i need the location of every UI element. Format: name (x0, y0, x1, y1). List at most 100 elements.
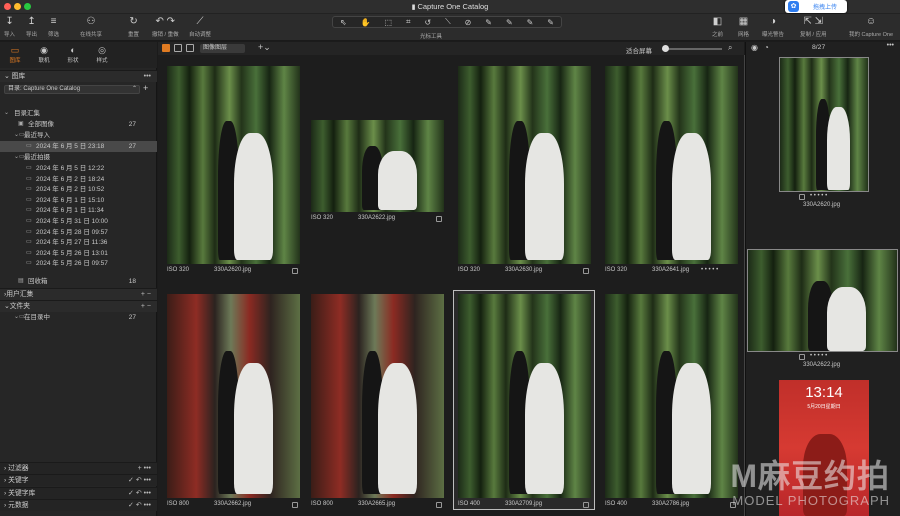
catalog-collections-header[interactable]: ⌄ 目录汇集 (0, 108, 157, 119)
library-header[interactable]: ⌄ 图库 ••• (0, 70, 157, 82)
cursor-tool-2-icon[interactable]: ⬚ (385, 18, 393, 27)
zoom-slider[interactable] (662, 45, 722, 52)
thumbnail-cell[interactable]: ISO 400 330A2786.jpg (600, 290, 742, 510)
capture-date-item[interactable]: ▭ 2024 年 6 月 1 日 15:10 (0, 195, 157, 206)
filmstrip-view-icon[interactable] (186, 44, 194, 52)
capture-date-item[interactable]: ▭ 2024 年 6 月 2 日 18:24 (0, 174, 157, 185)
select-checkbox[interactable] (292, 268, 298, 274)
thumbnail-cell[interactable]: ISO 320 330A2630.jpg (453, 61, 595, 274)
filmstrip-more-icon[interactable]: ••• (887, 42, 894, 49)
undo-button[interactable]: ↶ ↷ 撤销 / 重做 (152, 15, 179, 38)
thumbnail-cell[interactable]: ISO 800 330A2665.jpg (306, 290, 448, 510)
tool-section-0[interactable]: › 过滤器 + ••• (0, 462, 157, 474)
cursor-tool-5-icon[interactable]: ⟍ (445, 17, 451, 27)
section-options-icon[interactable]: ✓ ↶ ••• (128, 500, 151, 512)
photo-thumbnail[interactable] (311, 120, 444, 212)
share-button[interactable]: ⚇ 在线共享 (80, 15, 102, 38)
select-checkbox[interactable] (436, 216, 442, 222)
select-checkbox[interactable] (436, 502, 442, 508)
exposure-button[interactable]: ◑ 曝光警告 (762, 15, 784, 38)
folders-header[interactable]: ⌄文件夹 + − (0, 300, 157, 312)
thumbnail-cell[interactable]: ISO 800 330A2662.jpg (160, 290, 300, 510)
before-button[interactable]: ◧ 之前 (712, 15, 723, 38)
capture-date-item[interactable]: ▭ 2024 年 5 月 31 日 10:00 (0, 216, 157, 227)
tool-tab-3-icon: ◎ (98, 45, 106, 55)
capture-date-item[interactable]: ▭ 2024 年 6 月 5 日 12:22 (0, 163, 157, 174)
in-catalog-folder[interactable]: ⌄▭ 在目录中 27 (0, 312, 157, 323)
cursor-tool-7-icon[interactable]: ✎ (485, 18, 492, 27)
section-options-icon[interactable]: + ••• (138, 463, 151, 475)
mycapture-button[interactable]: ☺ 我的 Capture One (849, 15, 893, 38)
user-collections-header[interactable]: ›用户汇集 + − (0, 288, 157, 300)
section-options-icon[interactable]: ✓ ↶ ••• (128, 475, 151, 487)
cursor-tool-8-icon[interactable]: ✎ (506, 18, 513, 27)
cursor-tool-0-icon[interactable]: ⇖ (340, 18, 347, 27)
photo-thumbnail[interactable] (311, 294, 444, 498)
grid-button[interactable]: ▦ 网格 (738, 15, 749, 38)
view-mode-select[interactable]: 图像图层 (200, 44, 245, 53)
color-tag-icon[interactable]: ◔ (764, 43, 769, 52)
export-button[interactable]: ↥ 导出 (26, 15, 37, 38)
capture-date-item[interactable]: ▭ 2024 年 6 月 1 日 11:34 (0, 205, 157, 216)
tool-tab-3[interactable]: ◎ 样式 (89, 44, 115, 64)
copy-button[interactable]: ⇱ ⇲ 复制 / 应用 (800, 15, 827, 38)
capture-date-item[interactable]: ▭ 2024 年 5 月 26 日 13:01 (0, 248, 157, 259)
cursor-tool-10-icon[interactable]: ✎ (547, 18, 554, 27)
add-layer-icon[interactable]: +⌄ (258, 42, 271, 53)
capture-date-item[interactable]: ▭ 2024 年 5 月 26 日 09:57 (0, 258, 157, 269)
cursor-tool-3-icon[interactable]: ⌗ (406, 17, 411, 27)
thumbnail-cell[interactable]: ISO 400 330A2709.jpg (453, 290, 595, 510)
zoom-slider-knob[interactable] (662, 45, 669, 52)
thumbnail-cell[interactable]: ISO 320 330A2622.jpg (306, 61, 448, 271)
photo-thumbnail[interactable] (605, 294, 738, 498)
tool-tab-0[interactable]: ▭ 图库 (2, 44, 28, 64)
tool-section-1[interactable]: › 关键字 ✓ ↶ ••• (0, 474, 157, 487)
rating-dots[interactable]: • • • • • (810, 193, 827, 199)
cursor-tool-6-icon[interactable]: ⊘ (465, 18, 472, 27)
select-checkbox[interactable] (799, 194, 805, 200)
select-checkbox[interactable] (292, 502, 298, 508)
photo-thumbnail[interactable] (458, 294, 591, 498)
rating-dots[interactable]: • • • • • (810, 353, 827, 359)
all-images-item[interactable]: ▣ 全部图像 27 (0, 119, 157, 130)
drag-upload-badge[interactable]: ✿ 拖拽上传 (785, 0, 847, 13)
cursor-tool-9-icon[interactable]: ✎ (527, 18, 534, 27)
reset-button[interactable]: ↻ 重置 (128, 15, 139, 38)
add-catalog-button[interactable]: + (143, 83, 148, 93)
photo-thumbnail[interactable] (167, 294, 300, 498)
recent-captures-folder[interactable]: ⌄▭ 最近拍摄 (0, 152, 157, 163)
cursor-tool-4-icon[interactable]: ↺ (424, 18, 431, 27)
grid-view-icon[interactable] (162, 44, 170, 52)
photo-thumbnail[interactable] (605, 66, 738, 264)
filmstrip-thumbnail[interactable] (779, 57, 869, 192)
list-view-icon[interactable] (174, 44, 182, 52)
photo-thumbnail[interactable] (458, 66, 591, 264)
more-icon[interactable]: ••• (144, 71, 151, 83)
tool-tab-1[interactable]: ◉ 联机 (31, 44, 57, 64)
section-options-icon[interactable]: ✓ ↶ ••• (128, 488, 151, 500)
photo-thumbnail[interactable] (167, 66, 300, 264)
cursor-tool-1-icon[interactable]: ✋ (361, 18, 371, 27)
tool-tab-2[interactable]: ◐ 形状 (60, 44, 86, 64)
select-checkbox[interactable] (583, 502, 589, 508)
import-button[interactable]: ↧ 导入 (4, 15, 15, 38)
tool-section-2[interactable]: › 关键字库 ✓ ↶ ••• (0, 486, 157, 500)
select-checkbox[interactable] (799, 354, 805, 360)
recent-import-item[interactable]: ▭ 2024 年 6 月 5 日 23:18 27 (0, 141, 157, 152)
select-checkbox[interactable] (583, 268, 589, 274)
filmstrip-thumbnail[interactable] (747, 249, 898, 352)
trash-item[interactable]: ▤ 回收箱 18 (0, 276, 157, 287)
capture-date-item[interactable]: ▭ 2024 年 5 月 28 日 09:57 (0, 227, 157, 238)
thumbnail-cell[interactable]: ISO 320 330A2641.jpg • • • • • (600, 61, 742, 273)
recent-imports-folder[interactable]: ⌄▭ 最近导入 (0, 130, 157, 141)
filter-button[interactable]: ≡ 筛选 (48, 15, 59, 38)
tool-section-3[interactable]: › 元数据 ✓ ↶ ••• (0, 499, 157, 512)
search-icon[interactable]: ⌕ (728, 43, 732, 53)
thumbnail-cell[interactable]: ISO 320 330A2620.jpg (160, 61, 300, 274)
eye-icon[interactable]: ◉ (751, 43, 758, 52)
rating-dots[interactable]: • • • • • (701, 267, 718, 273)
catalog-select[interactable]: 目录: Capture One Catalog ⌃ (4, 85, 140, 94)
capture-date-item[interactable]: ▭ 2024 年 5 月 27 日 11:36 (0, 237, 157, 248)
auto-button[interactable]: ⟋ 自动调整 (189, 15, 211, 38)
capture-date-item[interactable]: ▭ 2024 年 6 月 2 日 10:52 (0, 184, 157, 195)
